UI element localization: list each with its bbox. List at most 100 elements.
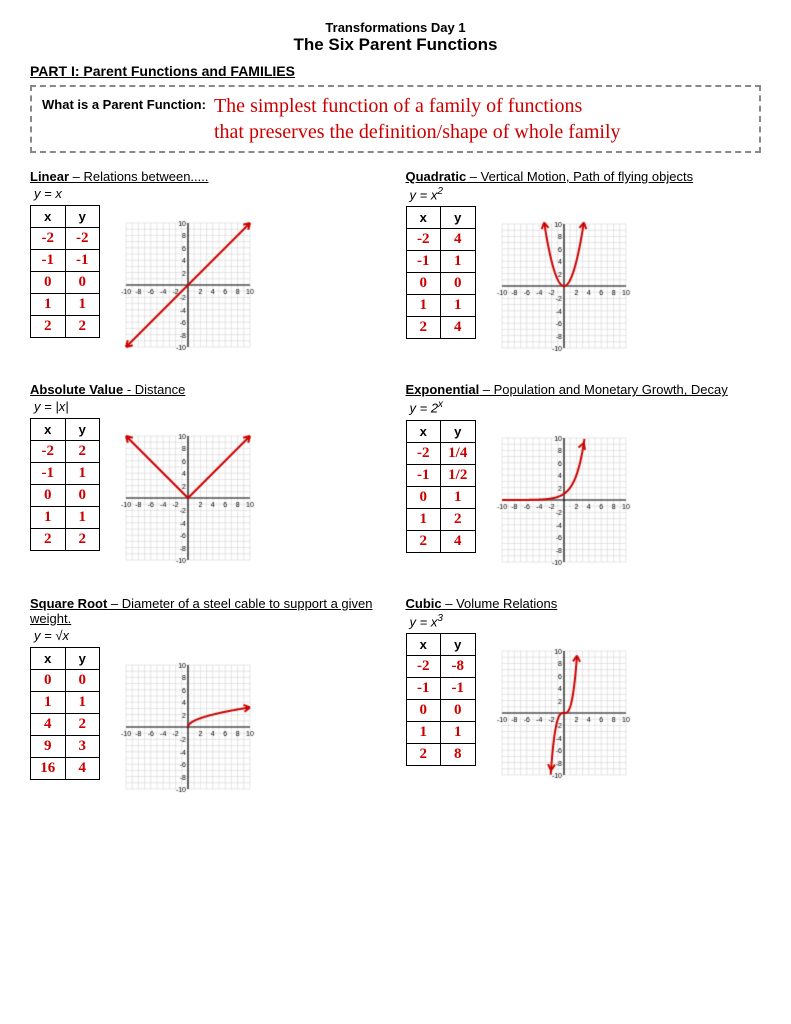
graph-cubic	[484, 633, 644, 793]
table-cell: 1/2	[441, 464, 476, 486]
table-header-y: y	[65, 419, 100, 441]
graph-linear	[108, 205, 268, 365]
table-row: 22	[31, 316, 100, 338]
table-cell: -1	[406, 677, 441, 699]
data-table-exponential: xy-21/4-11/2011224	[406, 420, 476, 553]
function-block-absolute_value: Absolute Value - Distancey = |x|xy-22-11…	[30, 382, 386, 579]
table-cell: 0	[65, 272, 100, 294]
table-cell: 2	[65, 441, 100, 463]
table-cell: 0	[65, 669, 100, 691]
table-cell: 1	[65, 507, 100, 529]
table-cell: -1	[65, 250, 100, 272]
table-cell: 16	[31, 757, 66, 779]
function-content-cubic: xy-2-8-1-1001128	[406, 633, 762, 793]
table-cell: 1	[406, 508, 441, 530]
table-header-y: y	[65, 206, 100, 228]
function-content-quadratic: xy-24-11001124	[406, 206, 762, 366]
graph-quadratic	[484, 206, 644, 366]
table-row: 00	[406, 273, 475, 295]
table-cell: 1	[65, 691, 100, 713]
function-block-exponential: Exponential – Population and Monetary Gr…	[406, 382, 762, 579]
table-cell: -2	[406, 655, 441, 677]
graph-exponential	[484, 420, 644, 580]
function-content-linear: xy-2-2-1-1001122	[30, 205, 386, 365]
function-block-cubic: Cubic – Volume Relationsy = x3xy-2-8-1-1…	[406, 596, 762, 807]
table-cell: 0	[31, 485, 66, 507]
parent-def-text: The simplest function of a family of fun…	[214, 93, 621, 145]
table-row: -2-8	[406, 655, 475, 677]
def-line2: that preserves the definition/shape of w…	[214, 119, 621, 145]
table-cell: -1	[441, 677, 476, 699]
table-cell: 4	[441, 530, 476, 552]
table-cell: 1	[441, 251, 476, 273]
parent-def-box: What is a Parent Function: The simplest …	[30, 85, 761, 153]
table-cell: 4	[31, 713, 66, 735]
table-row: 00	[31, 669, 100, 691]
table-cell: 2	[406, 317, 441, 339]
function-content-exponential: xy-21/4-11/2011224	[406, 420, 762, 580]
table-header-y: y	[441, 207, 476, 229]
table-header-y: y	[441, 633, 476, 655]
table-cell: 9	[31, 735, 66, 757]
table-cell: 1	[406, 295, 441, 317]
table-cell: 0	[406, 273, 441, 295]
table-row: 11	[31, 294, 100, 316]
table-cell: 1	[441, 721, 476, 743]
table-cell: 0	[406, 699, 441, 721]
table-row: -1-1	[31, 250, 100, 272]
data-table-linear: xy-2-2-1-1001122	[30, 205, 100, 338]
table-row: -21/4	[406, 442, 475, 464]
table-cell: 1	[31, 691, 66, 713]
table-cell: 1	[31, 294, 66, 316]
function-title-quadratic: Quadratic – Vertical Motion, Path of fly…	[406, 169, 762, 184]
data-table-cubic: xy-2-8-1-1001128	[406, 633, 476, 766]
table-cell: 4	[65, 757, 100, 779]
function-title-cubic: Cubic – Volume Relations	[406, 596, 762, 611]
table-cell: 2	[441, 508, 476, 530]
table-cell: 8	[441, 743, 476, 765]
function-equation-cubic: y = x3	[410, 613, 762, 629]
table-cell: 1	[65, 463, 100, 485]
table-cell: 4	[441, 317, 476, 339]
table-cell: 0	[441, 699, 476, 721]
table-row: 42	[31, 713, 100, 735]
table-cell: 0	[406, 486, 441, 508]
function-title-linear: Linear – Relations between.....	[30, 169, 386, 184]
table-cell: 0	[31, 669, 66, 691]
main-title: The Six Parent Functions	[30, 35, 761, 55]
table-cell: -1	[31, 463, 66, 485]
table-cell: 2	[65, 529, 100, 551]
graph-absolute_value	[108, 418, 268, 578]
function-title-absolute_value: Absolute Value - Distance	[30, 382, 386, 397]
function-equation-quadratic: y = x2	[410, 186, 762, 202]
table-row: 24	[406, 317, 475, 339]
data-table-absolute_value: xy-22-11001122	[30, 418, 100, 551]
table-row: 22	[31, 529, 100, 551]
table-cell: -2	[406, 229, 441, 251]
function-block-quadratic: Quadratic – Vertical Motion, Path of fly…	[406, 169, 762, 366]
table-header-x: x	[31, 419, 66, 441]
table-cell: 0	[31, 272, 66, 294]
data-table-square_root: xy00114293164	[30, 647, 100, 780]
table-cell: 2	[406, 530, 441, 552]
table-cell: -1	[406, 251, 441, 273]
table-row: -11	[406, 251, 475, 273]
table-row: -11/2	[406, 464, 475, 486]
table-row: 01	[406, 486, 475, 508]
function-title-exponential: Exponential – Population and Monetary Gr…	[406, 382, 762, 397]
table-cell: 4	[441, 229, 476, 251]
table-row: 93	[31, 735, 100, 757]
table-row: 11	[406, 721, 475, 743]
table-row: -24	[406, 229, 475, 251]
table-header-x: x	[406, 207, 441, 229]
function-equation-square_root: y = √x	[34, 628, 386, 643]
table-cell: 1	[65, 294, 100, 316]
table-cell: -2	[65, 228, 100, 250]
table-header-x: x	[406, 420, 441, 442]
table-cell: 1	[441, 486, 476, 508]
part-header: PART I: Parent Functions and FAMILIES	[30, 63, 761, 79]
table-row: 28	[406, 743, 475, 765]
table-cell: -2	[31, 228, 66, 250]
table-row: 12	[406, 508, 475, 530]
function-content-absolute_value: xy-22-11001122	[30, 418, 386, 578]
